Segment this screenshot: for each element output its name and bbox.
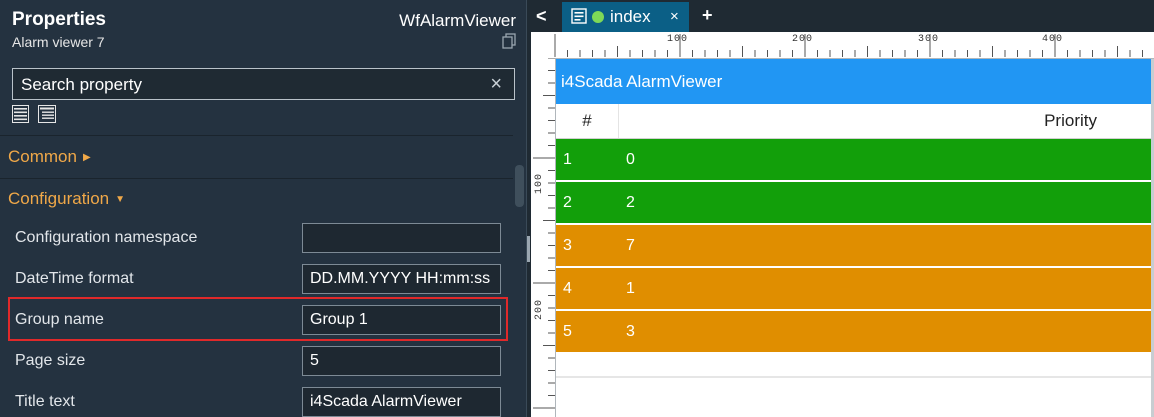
panel-scrollbar[interactable] xyxy=(515,165,524,207)
panel-subtitle: Alarm viewer 7 xyxy=(12,34,105,50)
row-priority: 1 xyxy=(626,280,635,297)
ruler-label: 100 xyxy=(667,34,689,45)
row-priority: 0 xyxy=(626,151,635,168)
row-priority: 2 xyxy=(626,194,635,211)
divider xyxy=(0,135,513,136)
alarm-viewer-widget[interactable]: i4Scada AlarmViewer # Priority 1 0 2 2 3… xyxy=(556,59,1153,417)
design-canvas[interactable]: 100 200 300 400 100 200 i4Scada AlarmVie… xyxy=(531,32,1154,417)
panel-title: Properties xyxy=(12,9,106,30)
field-label-group-name: Group name xyxy=(15,311,104,328)
status-dot-icon xyxy=(592,11,604,23)
page-icon xyxy=(571,8,587,24)
row-number: 1 xyxy=(563,151,572,168)
column-header-number[interactable]: # xyxy=(556,104,619,138)
ruler-label: 300 xyxy=(918,34,940,45)
table-footer-spacer xyxy=(556,356,1153,378)
table-row[interactable]: 4 1 xyxy=(556,268,1153,310)
configuration-namespace-field[interactable] xyxy=(302,223,501,253)
control-type-label: WfAlarmViewer xyxy=(399,11,516,30)
column-header-priority[interactable]: Priority xyxy=(1044,104,1097,138)
properties-panel: Properties Alarm viewer 7 WfAlarmViewer … xyxy=(0,0,527,417)
search-input[interactable] xyxy=(19,69,483,101)
row-number: 2 xyxy=(563,194,572,211)
ruler-label: 200 xyxy=(792,34,814,45)
list-view-icon[interactable] xyxy=(12,105,29,123)
ruler-label: 100 xyxy=(534,172,545,194)
search-box: × xyxy=(12,68,515,101)
back-icon[interactable]: < xyxy=(536,6,547,27)
close-tab-icon[interactable]: × xyxy=(670,8,679,25)
row-priority: 7 xyxy=(626,237,635,254)
field-label-configuration-namespace: Configuration namespace xyxy=(15,229,198,246)
add-tab-icon[interactable]: + xyxy=(702,5,713,26)
tab-index[interactable]: index × xyxy=(562,2,689,32)
row-number: 3 xyxy=(563,237,572,254)
categorized-view-icon[interactable] xyxy=(38,105,56,123)
ruler-label: 200 xyxy=(534,298,545,320)
title-text-field[interactable]: i4Scada AlarmViewer xyxy=(302,387,501,417)
section-label: Common xyxy=(8,147,77,166)
horizontal-ruler: 100 200 300 400 xyxy=(531,32,1154,59)
ruler-ticks xyxy=(533,58,555,409)
table-row[interactable]: 2 2 xyxy=(556,182,1153,224)
group-name-field[interactable]: Group 1 xyxy=(302,305,501,335)
table-row[interactable]: 1 0 xyxy=(556,139,1153,181)
ruler-label: 400 xyxy=(1042,34,1064,45)
clear-search-icon[interactable]: × xyxy=(490,73,502,95)
field-label-page-size: Page size xyxy=(15,352,86,369)
caret-down-icon: ▼ xyxy=(115,194,126,206)
row-priority: 3 xyxy=(626,323,635,340)
panel-splitter-handle[interactable] xyxy=(527,236,530,262)
section-label: Configuration xyxy=(8,189,110,208)
row-number: 5 xyxy=(563,323,572,340)
section-common[interactable]: Common ▶ xyxy=(8,147,91,167)
field-label-datetime-format: DateTime format xyxy=(15,270,134,287)
field-label-title-text: Title text xyxy=(15,393,75,410)
alarm-table-header: # Priority xyxy=(556,104,1153,139)
divider xyxy=(0,178,513,179)
table-row[interactable]: 5 3 xyxy=(556,311,1153,353)
copy-icon[interactable] xyxy=(502,33,516,49)
editor-tab-bar: < index × + xyxy=(528,0,1154,32)
section-configuration[interactable]: Configuration ▼ xyxy=(8,189,125,209)
tab-label: index xyxy=(610,7,651,26)
alarm-viewer-title: i4Scada AlarmViewer xyxy=(556,59,1153,104)
vertical-ruler: 100 200 xyxy=(531,58,556,417)
table-row[interactable]: 3 7 xyxy=(556,225,1153,267)
caret-right-icon: ▶ xyxy=(82,152,91,164)
datetime-format-field[interactable]: DD.MM.YYYY HH:mm:ss xyxy=(302,264,501,294)
row-number: 4 xyxy=(563,280,572,297)
page-size-field[interactable]: 5 xyxy=(302,346,501,376)
